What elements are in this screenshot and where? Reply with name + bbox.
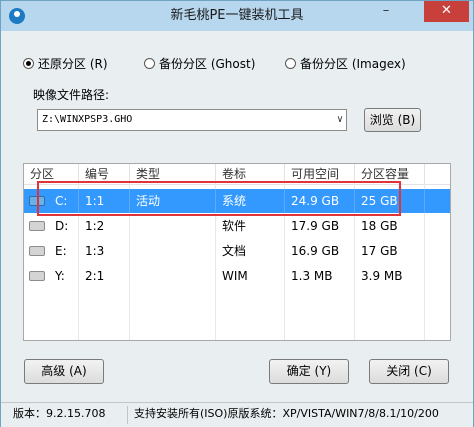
partition-free: 17.9 GB [291,219,340,233]
partition-number: 1:3 [85,244,105,258]
partition-row-e[interactable]: E: 1:3 文档 16.9 GB 17 GB [24,239,450,263]
partition-type [130,239,216,263]
partition-drive: D: [55,219,69,233]
partition-type [130,214,216,238]
radio-indicator[interactable] [23,57,34,69]
version-text: 版本：9.2.15.708 [13,407,106,420]
partition-drive: E: [55,244,67,258]
partition-free: 1.3 MB [291,269,333,283]
radio-indicator[interactable] [144,57,155,69]
partition-type [130,264,216,288]
highlight-annotation-box [37,181,401,216]
status-divider [127,406,128,424]
partition-drive: Y: [55,269,65,283]
partition-capacity: 17 GB [361,244,398,258]
advanced-button[interactable]: 高级 (A) [24,359,104,384]
partition-volume: 文档 [222,244,247,258]
partition-volume: 软件 [222,219,247,233]
partition-capacity: 18 GB [361,219,398,233]
window-title: 新毛桃PE一键装机工具 [170,8,304,23]
browse-button[interactable]: 浏览 (B) [364,108,421,132]
radio-backup-ghost[interactable]: 备份分区 (Ghost) [144,55,255,71]
image-path-label: 映像文件路径: [33,88,110,102]
partition-row-d[interactable]: D: 1:2 软件 17.9 GB 18 GB [24,214,450,238]
radio-restore-partition[interactable]: 还原分区 (R) [23,55,108,71]
partition-capacity: 3.9 MB [361,269,403,283]
partition-number: 1:2 [85,219,105,233]
support-text: 支持安装所有(ISO)原版系统：XP/VISTA/WIN7/8/8.1/10/2… [134,407,439,420]
hard-drive-icon [29,221,45,231]
image-path-combobox[interactable]: Z:\WINXPSP3.GHO ∨ [37,109,347,131]
close-button[interactable]: 关闭 (C) [369,359,449,384]
ok-button[interactable]: 确定 (Y) [269,359,349,384]
radio-backup-imagex[interactable]: 备份分区 (Imagex) [285,55,406,71]
partition-number: 2:1 [85,269,105,283]
radio-label: 还原分区 (R) [38,56,108,71]
minimize-button[interactable]: – [375,1,397,22]
chevron-down-icon[interactable]: ∨ [337,110,343,130]
title-bar[interactable]: 新毛桃PE一键装机工具 – ✕ [1,1,473,31]
image-path-value: Z:\WINXPSP3.GHO [42,114,133,125]
installer-window: 新毛桃PE一键装机工具 – ✕ 还原分区 (R) 备份分区 (Ghost) 备份… [0,0,474,427]
partition-row-y[interactable]: Y: 2:1 WIM 1.3 MB 3.9 MB [24,264,450,288]
status-bar: 版本：9.2.15.708 支持安装所有(ISO)原版系统：XP/VISTA/W… [1,402,473,427]
radio-label: 备份分区 (Imagex) [300,56,406,71]
partition-free: 16.9 GB [291,244,340,258]
close-window-button[interactable]: ✕ [424,1,469,22]
partition-volume: WIM [222,269,248,283]
radio-indicator[interactable] [285,57,296,69]
hard-drive-icon [29,246,45,256]
hard-drive-icon [29,271,45,281]
radio-label: 备份分区 (Ghost) [159,56,256,71]
